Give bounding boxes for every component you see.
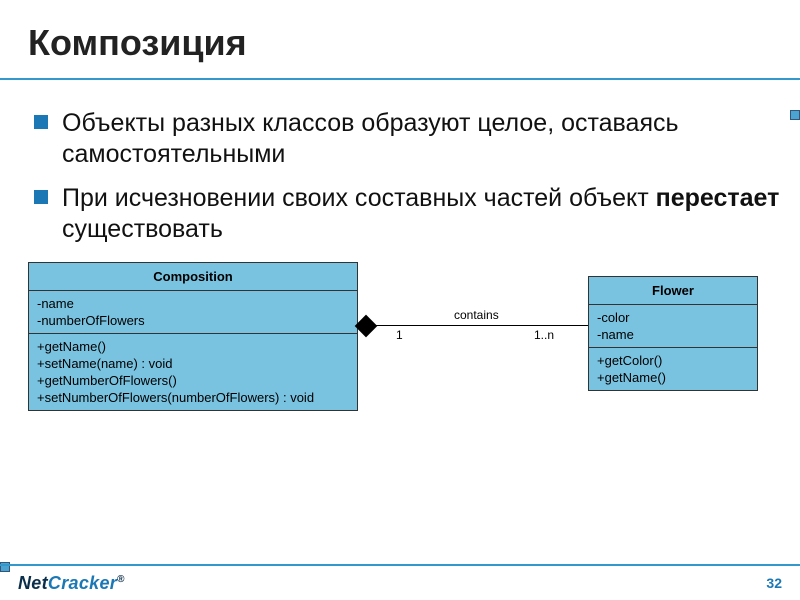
uml-op: +getName() — [37, 338, 349, 355]
slide: Композиция Объекты разных классов образу… — [0, 0, 800, 600]
uml-op: +setNumberOfFlowers(numberOfFlowers) : v… — [37, 389, 349, 406]
content: Объекты разных классов образуют целое, о… — [0, 80, 800, 452]
uml-class-flower: Flower -color -name +getColor() +getName… — [588, 276, 758, 391]
uml-class-name: Composition — [29, 263, 357, 290]
uml-class-name: Flower — [589, 277, 757, 304]
logo-part-net: Net — [18, 573, 48, 593]
bullet-suffix: существовать — [62, 215, 223, 243]
slide-title: Композиция — [0, 0, 800, 64]
uml-ops: +getName() +setName(name) : void +getNum… — [29, 333, 357, 410]
uml-op: +getNumberOfFlowers() — [37, 372, 349, 389]
uml-composition-connector: contains 1 1..n — [358, 314, 588, 338]
bullet-bold: перестает — [656, 184, 780, 212]
uml-diagram: Composition -name -numberOfFlowers +getN… — [28, 262, 784, 452]
logo: NetCracker® — [18, 573, 125, 594]
registered-icon: ® — [117, 574, 125, 585]
relation-label: contains — [454, 308, 499, 322]
page-number: 32 — [766, 575, 782, 591]
uml-op: +setName(name) : void — [37, 355, 349, 372]
composition-diamond-icon — [355, 315, 378, 338]
bullet-item: При исчезновении своих составных частей … — [28, 183, 784, 244]
multiplicity-left: 1 — [396, 328, 403, 342]
decoration-square-icon — [790, 110, 800, 120]
uml-attrs: -color -name — [589, 304, 757, 347]
footer: NetCracker® 32 — [0, 564, 800, 600]
uml-attr: -numberOfFlowers — [37, 312, 349, 329]
multiplicity-right: 1..n — [534, 328, 554, 342]
bullet-text: При исчезновении своих составных частей … — [62, 184, 656, 212]
bullet-list: Объекты разных классов образуют целое, о… — [28, 108, 784, 244]
uml-ops: +getColor() +getName() — [589, 347, 757, 390]
uml-attrs: -name -numberOfFlowers — [29, 290, 357, 333]
logo-part-cracker: Cracker — [48, 573, 117, 593]
uml-attr: -name — [597, 326, 749, 343]
uml-attr: -name — [37, 295, 349, 312]
bullet-text: Объекты разных классов образуют целое, о… — [62, 109, 679, 168]
bullet-item: Объекты разных классов образуют целое, о… — [28, 108, 784, 169]
connector-line — [374, 325, 588, 326]
uml-class-composition: Composition -name -numberOfFlowers +getN… — [28, 262, 358, 411]
uml-attr: -color — [597, 309, 749, 326]
uml-op: +getColor() — [597, 352, 749, 369]
uml-op: +getName() — [597, 369, 749, 386]
